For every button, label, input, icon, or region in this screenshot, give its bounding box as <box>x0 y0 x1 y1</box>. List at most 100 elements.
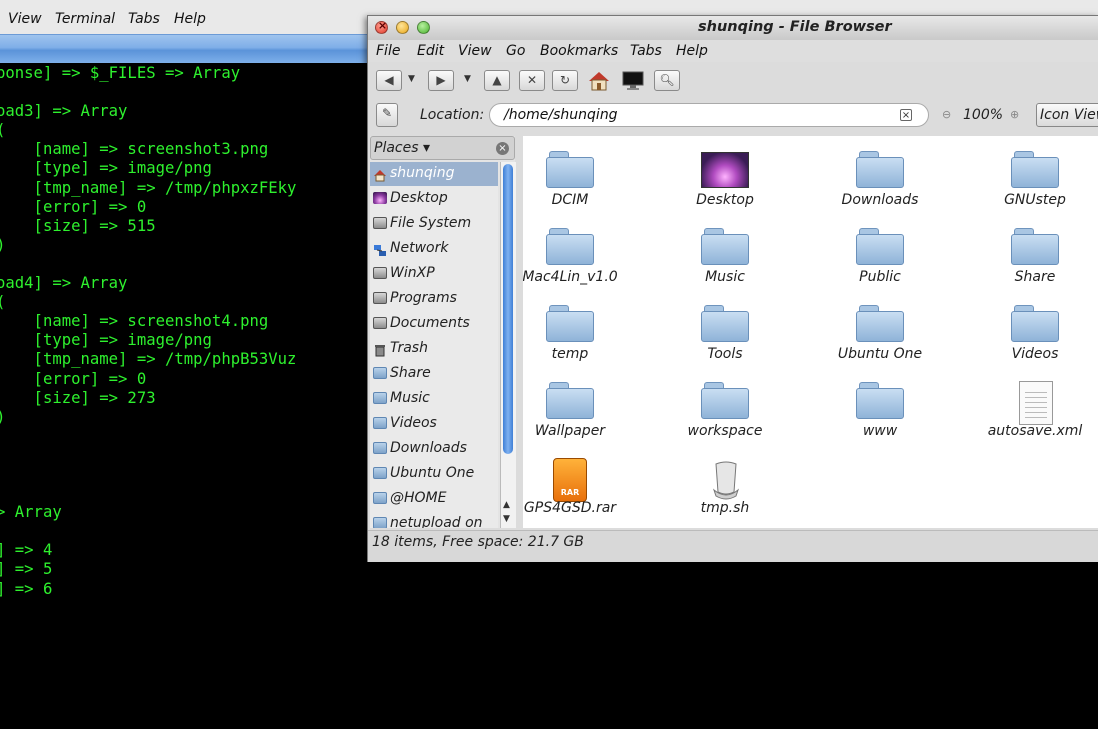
folder-icon <box>373 467 387 479</box>
terminal-menu-terminal[interactable]: Terminal <box>55 11 115 27</box>
close-window-button[interactable]: × <box>375 19 388 34</box>
sidebar-scroll-thumb[interactable] <box>503 164 513 454</box>
computer-button[interactable] <box>620 70 646 91</box>
file-item[interactable]: workspace <box>660 369 790 444</box>
network-icon <box>373 242 387 256</box>
scroll-up-icon[interactable]: ▲ <box>503 500 510 510</box>
sidebar-item[interactable]: Network <box>370 237 498 261</box>
back-button[interactable]: ◀ <box>376 70 402 91</box>
file-item[interactable]: DCIM <box>523 138 635 213</box>
folder-icon <box>701 305 749 342</box>
sidebar-item-label: Programs <box>390 290 457 306</box>
file-item[interactable]: Share <box>970 215 1098 290</box>
file-item-label: www <box>862 423 898 439</box>
sidebar-scrollbar[interactable]: ▲ ▼ <box>500 162 516 528</box>
terminal-menu-help[interactable]: Help <box>174 11 206 27</box>
forward-history-dropdown-icon[interactable]: ▼ <box>464 74 471 84</box>
file-item-label: workspace <box>687 423 763 439</box>
sidebar-item[interactable]: Music <box>370 387 498 411</box>
file-item[interactable]: www <box>815 369 945 444</box>
places-list: shunqing Desktop File System Network WinXP Pr… <box>370 162 498 528</box>
terminal-output[interactable]: ponse] => $_FILES => Array oad3] => Arra… <box>0 63 370 729</box>
view-mode-label: Icon View <box>1040 107 1098 123</box>
trash-icon <box>373 342 387 357</box>
sidebar-item[interactable]: Documents <box>370 312 498 336</box>
file-item[interactable]: Videos <box>970 292 1098 367</box>
places-header[interactable]: Places ▾ × <box>370 136 515 160</box>
file-item[interactable]: tmp.sh <box>660 446 790 521</box>
menu-help[interactable]: Help <box>676 43 708 59</box>
file-item[interactable]: Ubuntu One <box>815 292 945 367</box>
up-button[interactable]: ▲ <box>484 70 510 91</box>
folder-icon <box>1011 151 1059 188</box>
file-item[interactable]: temp <box>523 292 635 367</box>
folder-icon <box>373 492 387 504</box>
file-item-label: Tools <box>707 346 743 362</box>
forward-button[interactable]: ▶ <box>428 70 454 91</box>
home-button[interactable] <box>586 70 612 91</box>
menu-edit[interactable]: Edit <box>417 43 444 59</box>
file-item[interactable]: Public <box>815 215 945 290</box>
folder-icon <box>373 417 387 429</box>
sidebar-item-label: Trash <box>390 340 428 356</box>
back-history-dropdown-icon[interactable]: ▼ <box>408 74 415 84</box>
reload-icon: ↻ <box>559 73 571 87</box>
file-item[interactable]: RAR GPS4GSD.rar <box>523 446 635 521</box>
sidebar-item[interactable]: Desktop <box>370 187 498 211</box>
status-bar: 18 items, Free space: 21.7 GB <box>368 530 1098 562</box>
sidebar-item[interactable]: WinXP <box>370 262 498 286</box>
sidebar-item-label: Documents <box>390 315 470 331</box>
menu-tabs[interactable]: Tabs <box>630 43 662 59</box>
sidebar-item[interactable]: Downloads <box>370 437 498 461</box>
sidebar-item[interactable]: Programs <box>370 287 498 311</box>
file-item[interactable]: Music <box>660 215 790 290</box>
menu-file[interactable]: File <box>376 43 400 59</box>
close-sidebar-icon[interactable]: × <box>496 142 509 155</box>
sidebar-item[interactable]: netupload on <box>370 512 498 528</box>
zoom-in-icon[interactable]: ⊕ <box>1010 108 1019 121</box>
file-item[interactable]: Downloads <box>815 138 945 213</box>
sidebar-item-label: Share <box>390 365 431 381</box>
folder-icon <box>856 305 904 342</box>
menu-go[interactable]: Go <box>506 43 525 59</box>
sidebar-item[interactable]: Trash <box>370 337 498 361</box>
menu-view[interactable]: View <box>458 43 492 59</box>
menu-bookmarks[interactable]: Bookmarks <box>540 43 618 59</box>
up-arrow-icon: ▲ <box>492 73 502 87</box>
terminal-menu-view[interactable]: View <box>8 11 42 27</box>
file-item[interactable]: GNUstep <box>970 138 1098 213</box>
reload-button[interactable]: ↻ <box>552 70 578 91</box>
stop-button[interactable]: ✕ <box>519 70 545 91</box>
file-item[interactable]: Tools <box>660 292 790 367</box>
file-item[interactable]: Wallpaper <box>523 369 635 444</box>
terminal-menu-tabs[interactable]: Tabs <box>128 11 160 27</box>
toggle-location-mode-button[interactable]: ✎ <box>376 103 398 127</box>
file-item-label: Share <box>1014 269 1056 285</box>
sidebar-item-label: Music <box>390 390 430 406</box>
zoom-out-icon[interactable]: ⊖ <box>942 108 951 121</box>
sidebar-item-label: Network <box>390 240 449 256</box>
clear-location-icon[interactable]: × <box>900 109 912 121</box>
minimize-window-button[interactable] <box>396 21 409 34</box>
file-item-label: temp <box>551 346 589 362</box>
folder-icon <box>701 228 749 265</box>
search-button[interactable]: 🔍︎ <box>654 70 680 91</box>
sidebar-item[interactable]: shunqing <box>370 162 498 186</box>
title-bar[interactable]: × shunqing - File Browser <box>368 16 1098 40</box>
sidebar-item[interactable]: File System <box>370 212 498 236</box>
sidebar-item[interactable]: Ubuntu One <box>370 462 498 486</box>
sidebar-item[interactable]: Share <box>370 362 498 386</box>
maximize-window-button[interactable] <box>417 21 430 34</box>
sidebar-item[interactable]: Videos <box>370 412 498 436</box>
file-icon-view[interactable]: DCIM Desktop Downloads GNUstep Mac4Lin_v1.0 M… <box>523 136 1098 528</box>
sidebar-item[interactable]: @HOME <box>370 487 498 511</box>
folder-icon <box>546 151 594 188</box>
folder-icon <box>856 228 904 265</box>
location-input[interactable]: /home/shunqing × <box>489 103 929 127</box>
file-item[interactable]: autosave.xml <box>970 369 1098 444</box>
file-item[interactable]: Mac4Lin_v1.0 <box>523 215 635 290</box>
view-mode-select[interactable]: Icon View <box>1036 103 1098 127</box>
desktop-icon <box>373 192 387 204</box>
file-item[interactable]: Desktop <box>660 138 790 213</box>
scroll-down-icon[interactable]: ▼ <box>503 514 510 524</box>
